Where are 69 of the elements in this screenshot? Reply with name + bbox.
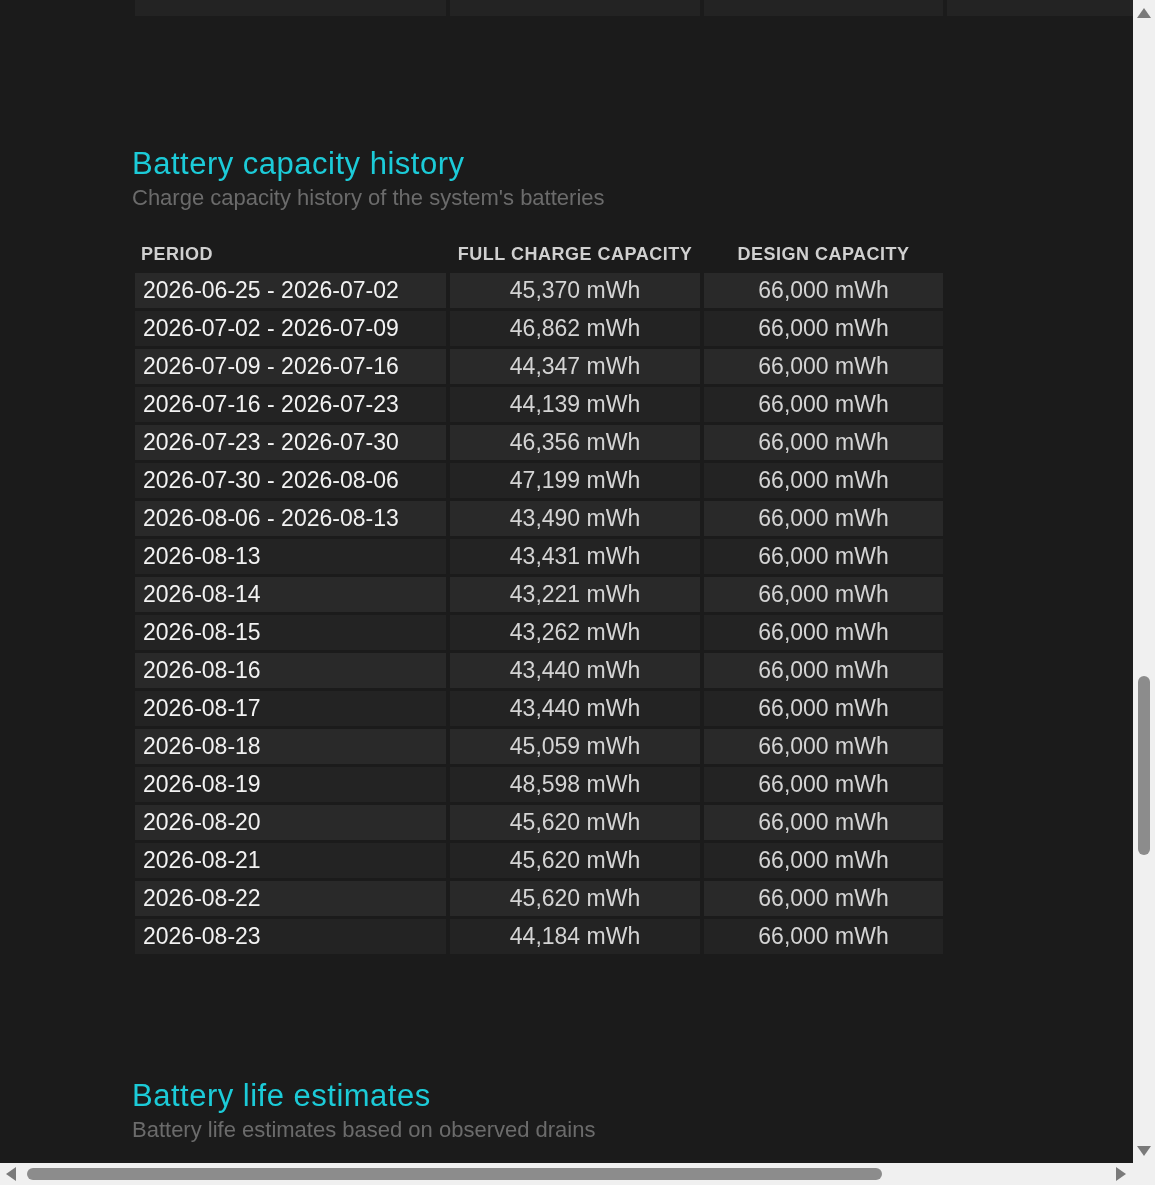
table-cell: 2026-06-25 - 2026-07-02 (135, 273, 446, 308)
table-cell: 2026-07-23 - 2026-07-30 (135, 425, 446, 460)
table-cell: 66,000 mWh (704, 805, 943, 840)
table-cell: 2026-08-18 (135, 729, 446, 764)
table-cell: 45,059 mWh (450, 729, 700, 764)
horizontal-scrollbar[interactable] (0, 1163, 1155, 1185)
table-cell: 66,000 mWh (704, 539, 943, 574)
table-cell: 2026-08-23 (135, 919, 446, 954)
table-cell: 2026-08-17 (135, 691, 446, 726)
section-subtitle: Battery life estimates based on observed drains (132, 1116, 597, 1144)
table-cell: 2026-07-16 - 2026-07-23 (135, 387, 446, 422)
table-cell: 43,262 mWh (450, 615, 700, 650)
scroll-up-icon[interactable] (1137, 8, 1151, 18)
table-cell: 2026-08-20 (135, 805, 446, 840)
table-cell: 48,598 mWh (450, 767, 700, 802)
table-cell: 45,620 mWh (450, 881, 700, 916)
table-cell: 2026-08-06 - 2026-08-13 (135, 501, 446, 536)
table-cell: 44,184 mWh (450, 919, 700, 954)
table-cell: 45,620 mWh (450, 843, 700, 878)
vertical-scrollbar[interactable] (1133, 0, 1155, 1163)
table-cell: 66,000 mWh (704, 501, 943, 536)
column-header: PERIOD (140, 243, 214, 266)
scroll-right-icon[interactable] (1116, 1167, 1126, 1181)
table-cell: 46,862 mWh (450, 311, 700, 346)
table-cell: 46,356 mWh (450, 425, 700, 460)
table-cell: 66,000 mWh (704, 577, 943, 612)
table-cell: 2026-08-15 (135, 615, 446, 650)
table-cell: 2026-08-16 (135, 653, 446, 688)
table-cell: 66,000 mWh (704, 691, 943, 726)
table-cell: 44,139 mWh (450, 387, 700, 422)
table-cell: 43,440 mWh (450, 691, 700, 726)
table-cell: 45,620 mWh (450, 805, 700, 840)
table-cell: 66,000 mWh (704, 615, 943, 650)
column-header: DESIGN CAPACITY (736, 243, 911, 266)
table-cell: 43,431 mWh (450, 539, 700, 574)
table-cell: 66,000 mWh (704, 919, 943, 954)
section-title: Battery life estimates (132, 1078, 432, 1114)
table-cell: 66,000 mWh (704, 273, 943, 308)
table-cell: 66,000 mWh (704, 729, 943, 764)
table-cell: 66,000 mWh (704, 349, 943, 384)
scrollbar-thumb[interactable] (27, 1168, 882, 1180)
table-cell: 2026-08-22 (135, 881, 446, 916)
table-cell: 2026-08-19 (135, 767, 446, 802)
table-cell: 66,000 mWh (704, 463, 943, 498)
table-cell: 44,347 mWh (450, 349, 700, 384)
table-cell: 2026-07-30 - 2026-08-06 (135, 463, 446, 498)
table-cell: 2026-08-14 (135, 577, 446, 612)
scrollbar-thumb[interactable] (1138, 676, 1150, 855)
table-cell: 43,490 mWh (450, 501, 700, 536)
table-cell: 66,000 mWh (704, 653, 943, 688)
table-cell: 2026-07-02 - 2026-07-09 (135, 311, 446, 346)
section-subtitle: Charge capacity history of the system's batteries (132, 184, 606, 212)
table-cell: 66,000 mWh (704, 881, 943, 916)
table-cell: 47,199 mWh (450, 463, 700, 498)
table-cell: 66,000 mWh (704, 843, 943, 878)
table-cell: 2026-08-21 (135, 843, 446, 878)
table-cell: 66,000 mWh (704, 311, 943, 346)
table-cell: 45,370 mWh (450, 273, 700, 308)
section-title: Battery capacity history (132, 146, 466, 182)
scroll-left-icon[interactable] (6, 1167, 16, 1181)
table-cell: 66,000 mWh (704, 425, 943, 460)
scroll-down-icon[interactable] (1137, 1146, 1151, 1156)
table-cell: 2026-08-13 (135, 539, 446, 574)
table-cell: 2026-07-09 - 2026-07-16 (135, 349, 446, 384)
table-cell: 66,000 mWh (704, 387, 943, 422)
table-cell: 66,000 mWh (704, 767, 943, 802)
table-cell: 43,440 mWh (450, 653, 700, 688)
column-header: FULL CHARGE CAPACITY (456, 243, 694, 266)
table-cell: 43,221 mWh (450, 577, 700, 612)
